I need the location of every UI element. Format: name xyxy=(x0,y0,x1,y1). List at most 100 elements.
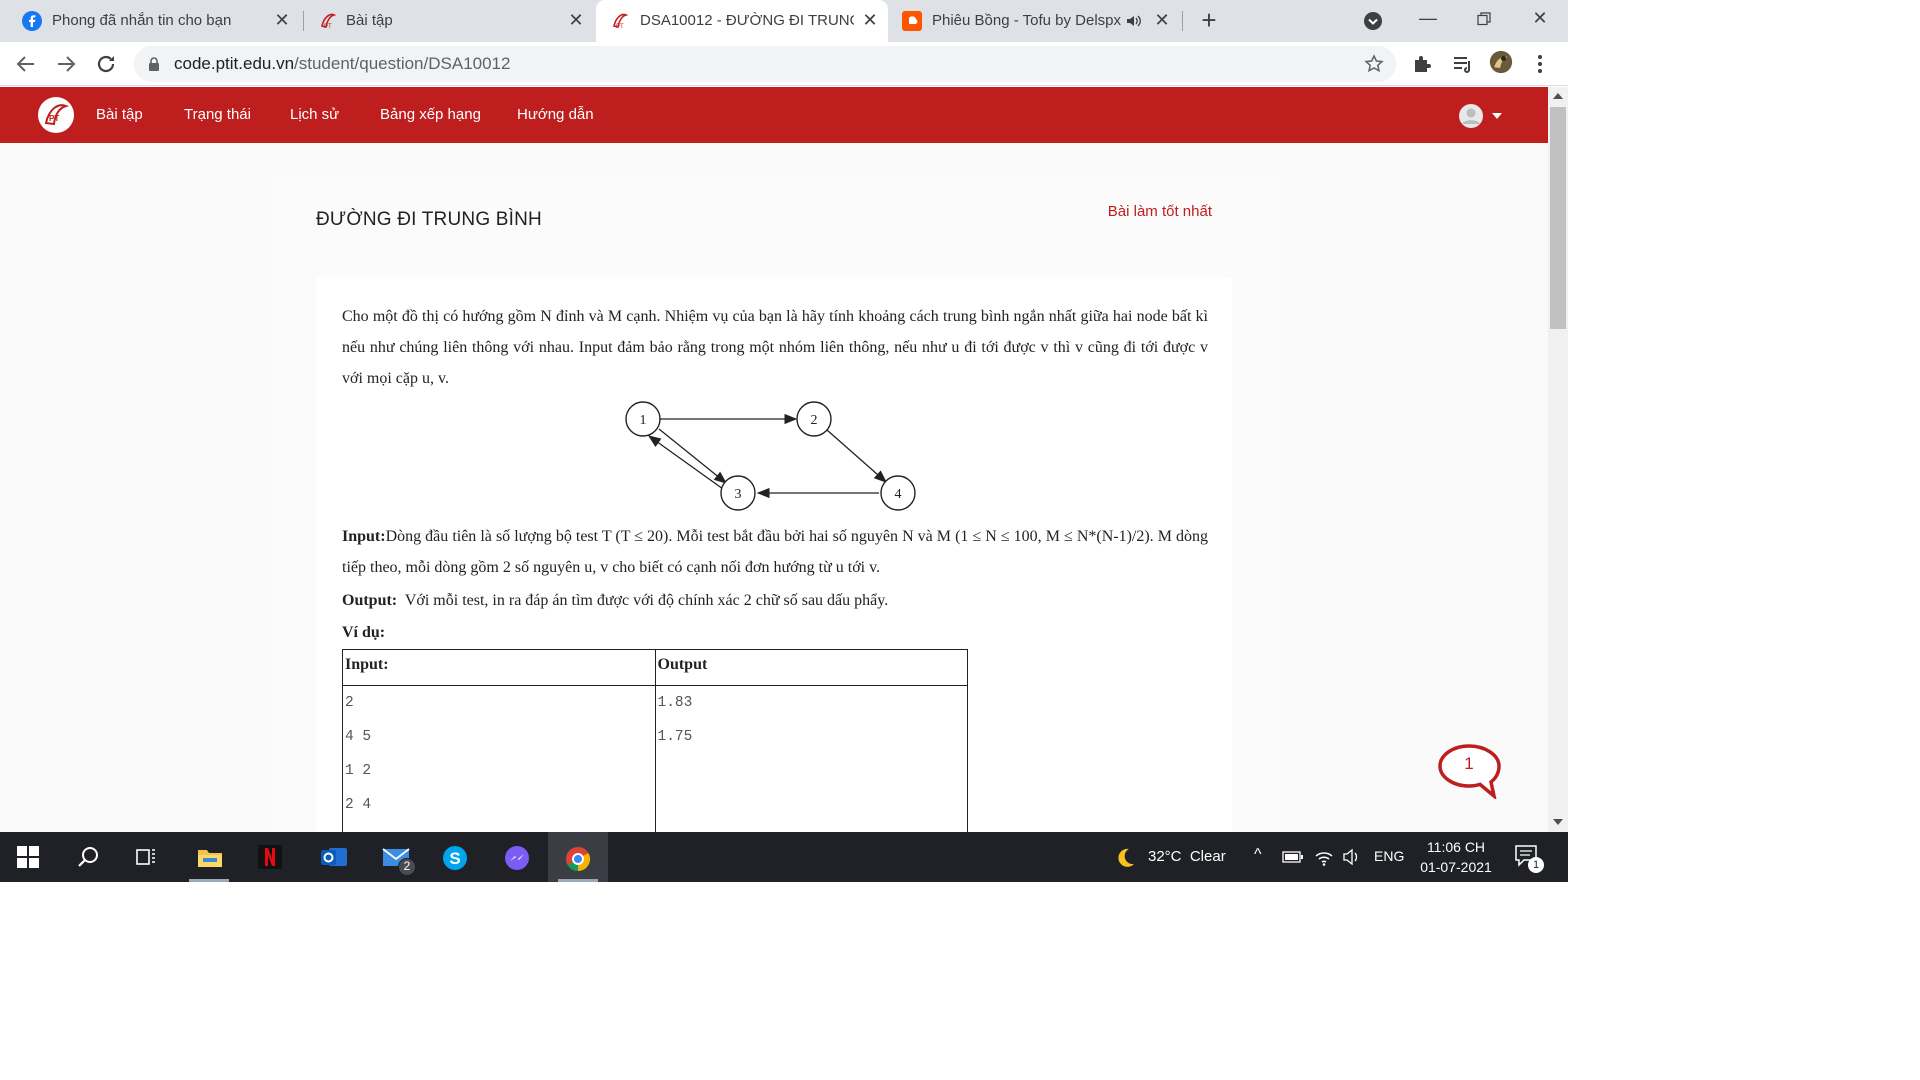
nav-trang-thai[interactable]: Trạng thái xyxy=(184,106,251,123)
problem-card: ĐƯỜNG ĐI TRUNG BÌNH Bài làm tốt nhất Cho… xyxy=(273,175,1275,846)
windows-logo-icon xyxy=(17,846,39,868)
browser-tab-soundcloud[interactable]: Phiêu Bồng - Tofu by Delspx ✕ xyxy=(890,0,1180,42)
media-queue-icon[interactable] xyxy=(1451,52,1475,76)
netflix-icon xyxy=(258,845,282,869)
lock-icon[interactable] xyxy=(148,57,160,71)
browser-tab-bai-tap[interactable]: PT Bài tập ✕ xyxy=(304,0,594,42)
best-solution-link[interactable]: Bài làm tốt nhất xyxy=(1108,203,1212,220)
user-menu[interactable] xyxy=(1458,103,1508,129)
chrome-icon xyxy=(566,847,591,871)
page-content: ĐƯỜNG ĐI TRUNG BÌNH Bài làm tốt nhất Cho… xyxy=(0,143,1548,846)
close-tab-icon[interactable]: ✕ xyxy=(1152,10,1172,30)
page-scrollbar[interactable] xyxy=(1548,87,1568,832)
tab-separator xyxy=(1182,11,1183,31)
minimize-button[interactable]: — xyxy=(1408,6,1448,34)
ptit-icon: PT xyxy=(321,13,337,30)
tab-title: Bài tập xyxy=(346,12,393,29)
sample-input-line: 1 2 xyxy=(345,763,372,779)
sample-input-line: 2 xyxy=(345,695,354,711)
reload-icon[interactable] xyxy=(94,52,118,76)
new-tab-button[interactable]: + xyxy=(1196,7,1222,34)
svg-text:PT: PT xyxy=(49,114,59,123)
tab-title: Phong đã nhắn tin cho bạn xyxy=(52,12,232,29)
extensions-puzzle-icon[interactable] xyxy=(1411,52,1435,76)
chat-bubble-button[interactable]: 1 xyxy=(1436,743,1502,799)
input-text: Dòng đầu tiên là số lượng bộ test T (T ≤… xyxy=(342,528,1208,576)
forward-arrow-icon[interactable] xyxy=(54,52,78,76)
sample-output-line: 1.83 xyxy=(657,695,693,711)
sample-table: Input: Output 2 4 5 1 2 2 4 1.83 1.75 xyxy=(342,649,968,846)
sample-input-line: 2 4 xyxy=(345,797,372,813)
chat-badge-count: 1 xyxy=(1464,754,1473,773)
taskbar-messenger[interactable] xyxy=(488,832,544,882)
url-path: /student/question/DSA10012 xyxy=(294,54,511,73)
browser-menu-icon[interactable] xyxy=(1528,52,1552,76)
taskbar-file-explorer[interactable] xyxy=(181,832,237,882)
browser-tab-dsa10012[interactable]: PT DSA10012 - ĐƯỜNG ĐI TRUNG BÌNH ✕ xyxy=(596,0,888,42)
user-avatar-icon xyxy=(1459,104,1483,128)
graph-edge-2-4 xyxy=(826,429,887,483)
volume-icon[interactable] xyxy=(1342,848,1362,866)
output-text: Với mỗi test, in ra đáp án tìm được với … xyxy=(404,592,889,609)
problem-description: Cho một đồ thị có hướng gồm N đỉnh và M … xyxy=(342,308,1208,387)
example-heading: Ví dụ: xyxy=(342,617,1208,648)
wifi-icon[interactable] xyxy=(1314,848,1334,866)
language-indicator[interactable]: ENG xyxy=(1374,848,1404,898)
close-tab-icon[interactable]: ✕ xyxy=(272,10,292,30)
nav-lich-su[interactable]: Lịch sử xyxy=(290,106,339,123)
graph-node-label: 4 xyxy=(895,487,902,502)
url-text: code.ptit.edu.vn/student/question/DSA100… xyxy=(174,54,510,74)
sample-output-header: Output xyxy=(654,649,968,686)
address-bar[interactable]: code.ptit.edu.vn/student/question/DSA100… xyxy=(134,46,1396,82)
action-center-button[interactable]: 1 xyxy=(1514,844,1544,873)
sample-input-header: Input: xyxy=(342,649,656,686)
browser-tab-facebook[interactable]: Phong đã nhắn tin cho bạn ✕ xyxy=(0,0,302,42)
outlook-icon xyxy=(321,848,347,866)
show-hidden-icons-chevron-icon[interactable]: ^ xyxy=(1254,846,1262,896)
running-indicator xyxy=(189,879,229,882)
graph-node-label: 2 xyxy=(811,413,818,428)
start-button[interactable] xyxy=(0,832,56,882)
facebook-icon xyxy=(22,11,42,31)
back-arrow-icon[interactable] xyxy=(14,52,38,76)
task-view-button[interactable] xyxy=(118,832,174,882)
taskbar-skype[interactable]: S xyxy=(426,832,482,882)
battery-icon[interactable] xyxy=(1282,850,1304,864)
scroll-up-arrow[interactable] xyxy=(1553,93,1563,99)
graph-node-label: 1 xyxy=(640,413,647,428)
graph-diagram: 1 2 3 4 xyxy=(625,401,916,511)
nav-bai-tap[interactable]: Bài tập xyxy=(96,106,143,123)
task-view-icon xyxy=(136,849,155,865)
taskbar-netflix[interactable] xyxy=(242,832,298,882)
nav-huong-dan[interactable]: Hướng dẫn xyxy=(517,106,594,123)
moon-weather-icon[interactable] xyxy=(1114,847,1136,869)
ptit-logo[interactable]: PT xyxy=(38,97,74,133)
tab-search-icon[interactable] xyxy=(1362,10,1384,32)
problem-title: ĐƯỜNG ĐI TRUNG BÌNH xyxy=(316,209,542,230)
weather-text[interactable]: 32°C Clear xyxy=(1148,848,1226,898)
sample-input-cell: 2 4 5 1 2 2 4 xyxy=(342,685,656,846)
profile-avatar[interactable] xyxy=(1489,50,1513,74)
folder-icon xyxy=(198,850,222,867)
close-window-button[interactable]: ✕ xyxy=(1520,6,1560,34)
scrollbar-thumb[interactable] xyxy=(1550,107,1566,329)
restore-icon xyxy=(1477,12,1491,26)
taskbar-clock[interactable]: 11:06 CH 01-07-2021 xyxy=(1410,837,1502,877)
browser-tab-strip: Phong đã nhắn tin cho bạn ✕ PT Bài tập ✕… xyxy=(0,0,1568,42)
taskbar-chrome[interactable] xyxy=(548,832,608,882)
url-host: code.ptit.edu.vn xyxy=(174,54,295,73)
restore-button[interactable] xyxy=(1464,6,1504,34)
close-tab-icon[interactable]: ✕ xyxy=(566,10,586,30)
scroll-down-arrow[interactable] xyxy=(1553,819,1563,825)
speaker-icon[interactable] xyxy=(1126,14,1142,28)
taskbar-search-button[interactable] xyxy=(60,832,116,882)
taskbar-mail[interactable]: 2 xyxy=(366,832,422,882)
skype-icon: S xyxy=(443,846,467,870)
bookmark-star-icon[interactable] xyxy=(1364,54,1384,74)
tab-title: DSA10012 - ĐƯỜNG ĐI TRUNG BÌNH xyxy=(640,12,854,29)
nav-bang-xep-hang[interactable]: Bảng xếp hạng xyxy=(380,106,481,123)
taskbar-outlook[interactable] xyxy=(304,832,360,882)
running-indicator xyxy=(558,879,598,882)
close-tab-icon[interactable]: ✕ xyxy=(860,10,880,30)
caret-down-icon xyxy=(1492,113,1502,119)
